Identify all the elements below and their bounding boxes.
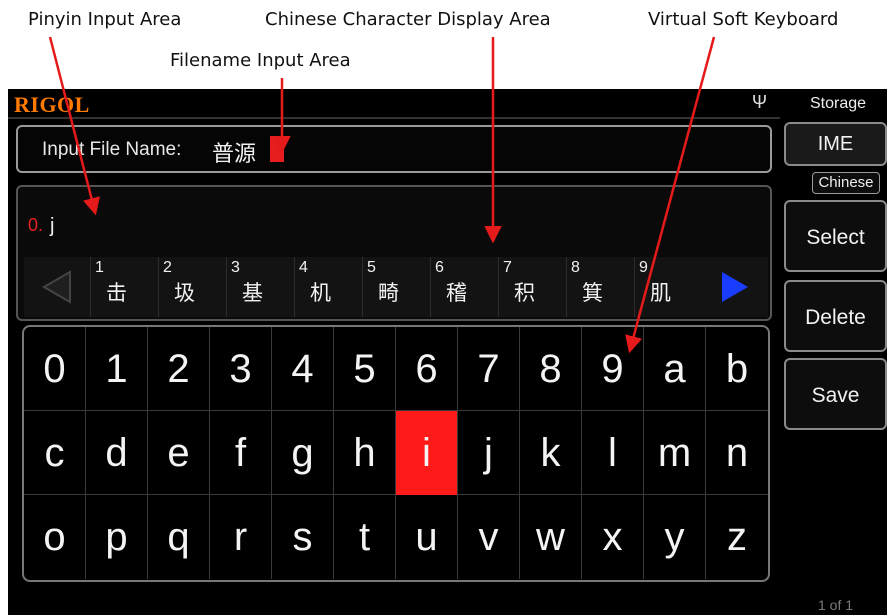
key-4[interactable]: 4 — [272, 327, 334, 411]
candidate-char: 击 — [106, 281, 127, 305]
key-o[interactable]: o — [24, 495, 86, 579]
pinyin-input[interactable]: j — [50, 215, 54, 238]
key-t[interactable]: t — [334, 495, 396, 579]
candidate-num: 5 — [367, 259, 376, 276]
select-label: Select — [806, 226, 865, 249]
key-6[interactable]: 6 — [396, 327, 458, 411]
candidate-2[interactable]: 2圾 — [158, 257, 226, 317]
candidate-char: 畸 — [378, 281, 399, 305]
key-u[interactable]: u — [396, 495, 458, 579]
key-w[interactable]: w — [520, 495, 582, 579]
annotation-character-display-area: Chinese Character Display Area — [265, 9, 551, 30]
candidate-8[interactable]: 8箕 — [566, 257, 634, 317]
candidate-6[interactable]: 6稽 — [430, 257, 498, 317]
candidate-char: 积 — [514, 281, 535, 305]
filename-input-box[interactable]: Input File Name: 普源 — [16, 125, 772, 173]
ime-panel: 0. j 1击 2圾 3基 4机 5畸 6稽 7积 8箕 9肌 — [16, 185, 772, 321]
usb-icon: Ψ — [752, 92, 768, 112]
annotation-pinyin-input-area: Pinyin Input Area — [28, 9, 182, 30]
virtual-keyboard: 0123456789abcdefghijklmnopqrstuvwxyz — [22, 325, 770, 582]
save-label: Save — [811, 384, 860, 407]
candidate-char: 肌 — [650, 281, 671, 305]
select-button[interactable]: Select — [784, 200, 887, 272]
candidate-num: 6 — [435, 259, 444, 276]
prev-page-arrow-icon[interactable] — [24, 257, 90, 317]
rigol-logo: RIGOL — [14, 92, 90, 117]
key-p[interactable]: p — [86, 495, 148, 579]
candidate-9[interactable]: 9肌 — [634, 257, 702, 317]
candidate-5[interactable]: 5畸 — [362, 257, 430, 317]
key-9[interactable]: 9 — [582, 327, 644, 411]
keyboard-row: 0123456789ab — [24, 327, 768, 411]
key-2[interactable]: 2 — [148, 327, 210, 411]
key-q[interactable]: q — [148, 495, 210, 579]
filename-label: Input File Name: — [42, 139, 182, 160]
next-page-arrow-icon[interactable] — [702, 257, 768, 317]
candidate-num: 2 — [163, 259, 172, 276]
instrument-screen: RIGOL Ψ Input File Name: 普源 0. j 1击 2圾 3… — [8, 89, 887, 615]
candidate-num: 7 — [503, 259, 512, 276]
candidate-3[interactable]: 3基 — [226, 257, 294, 317]
key-e[interactable]: e — [148, 411, 210, 495]
key-f[interactable]: f — [210, 411, 272, 495]
key-s[interactable]: s — [272, 495, 334, 579]
candidate-num: 1 — [95, 259, 104, 276]
key-i[interactable]: i — [396, 411, 458, 495]
key-k[interactable]: k — [520, 411, 582, 495]
page-indicator: 1 of 1 — [818, 597, 854, 613]
candidate-1[interactable]: 1击 — [90, 257, 158, 317]
key-r[interactable]: r — [210, 495, 272, 579]
candidate-char: 基 — [242, 281, 263, 305]
annotation-filename-input-area: Filename Input Area — [170, 50, 351, 71]
text-cursor — [270, 136, 284, 162]
key-0[interactable]: 0 — [24, 327, 86, 411]
candidate-num: 9 — [639, 259, 648, 276]
title-divider — [8, 117, 780, 119]
pinyin-index: 0. — [28, 215, 44, 235]
candidate-num: 8 — [571, 259, 580, 276]
key-j[interactable]: j — [458, 411, 520, 495]
key-d[interactable]: d — [86, 411, 148, 495]
candidate-char: 圾 — [174, 281, 195, 305]
key-8[interactable]: 8 — [520, 327, 582, 411]
key-1[interactable]: 1 — [86, 327, 148, 411]
delete-label: Delete — [805, 306, 866, 329]
key-a[interactable]: a — [644, 327, 706, 411]
key-h[interactable]: h — [334, 411, 396, 495]
annotation-virtual-keyboard: Virtual Soft Keyboard — [648, 9, 839, 30]
key-n[interactable]: n — [706, 411, 768, 495]
key-3[interactable]: 3 — [210, 327, 272, 411]
keyboard-row: cdefghijklmn — [24, 411, 768, 495]
ime-mode-chinese[interactable]: Chinese — [812, 172, 880, 194]
candidate-char: 箕 — [582, 281, 603, 305]
key-v[interactable]: v — [458, 495, 520, 579]
ime-label: IME — [817, 133, 854, 155]
candidate-char: 稽 — [446, 281, 467, 305]
save-button[interactable]: Save — [784, 358, 887, 430]
key-c[interactable]: c — [24, 411, 86, 495]
filename-value: 普源 — [212, 142, 257, 167]
candidate-4[interactable]: 4机 — [294, 257, 362, 317]
candidate-7[interactable]: 7积 — [498, 257, 566, 317]
ime-button[interactable]: IME — [784, 122, 887, 166]
key-5[interactable]: 5 — [334, 327, 396, 411]
key-y[interactable]: y — [644, 495, 706, 579]
delete-button[interactable]: Delete — [784, 280, 887, 352]
key-g[interactable]: g — [272, 411, 334, 495]
candidate-char: 机 — [310, 281, 331, 305]
candidate-num: 4 — [299, 259, 308, 276]
menu-title: Storage — [810, 95, 867, 112]
candidate-row: 1击 2圾 3基 4机 5畸 6稽 7积 8箕 9肌 — [24, 257, 768, 317]
key-m[interactable]: m — [644, 411, 706, 495]
key-l[interactable]: l — [582, 411, 644, 495]
key-x[interactable]: x — [582, 495, 644, 579]
keyboard-row: opqrstuvwxyz — [24, 495, 768, 579]
key-7[interactable]: 7 — [458, 327, 520, 411]
key-b[interactable]: b — [706, 327, 768, 411]
key-z[interactable]: z — [706, 495, 768, 579]
candidate-num: 3 — [231, 259, 240, 276]
